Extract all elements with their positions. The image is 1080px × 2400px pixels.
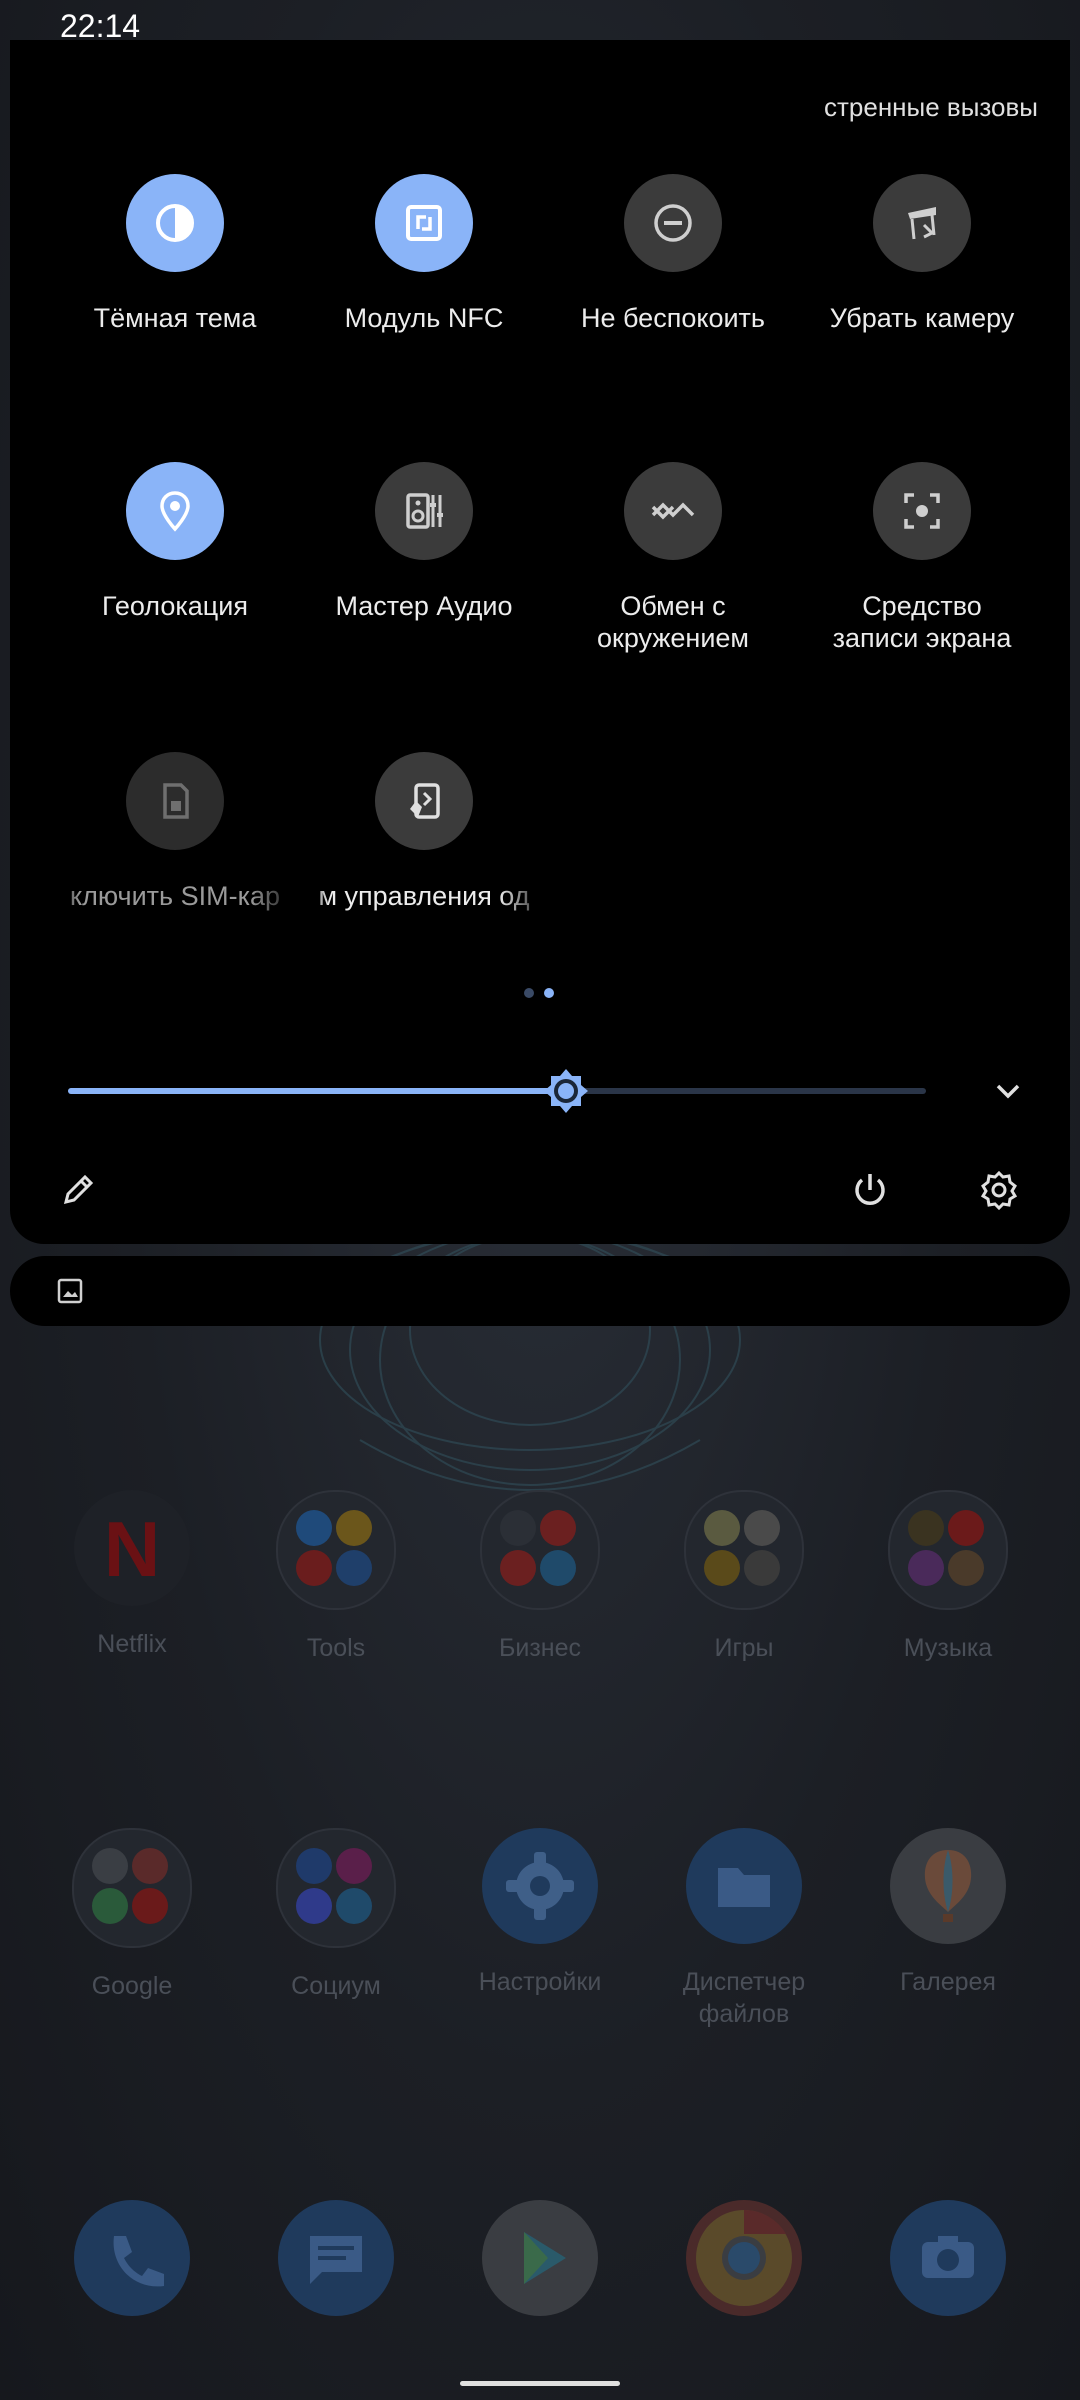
folder-google[interactable]: Google (30, 1828, 234, 2002)
folder-app-icon (686, 1828, 802, 1944)
page-indicator-dot-1 (524, 988, 534, 998)
page-indicator-dot-2 (544, 988, 554, 998)
app-settings[interactable]: Настройки (438, 1828, 642, 1998)
nfc-icon (375, 174, 473, 272)
tile-label: Обмен с окружением (548, 590, 798, 654)
svg-text:N: N (104, 1505, 160, 1593)
phone-icon[interactable] (74, 2200, 190, 2316)
tile-sim-card[interactable]: ключить SIM-кар (50, 752, 300, 912)
folder-icon (684, 1490, 804, 1610)
folder-tools[interactable]: Tools (234, 1490, 438, 1664)
tile-label: Модуль NFC (344, 303, 504, 333)
sim-card-icon (126, 752, 224, 850)
power-icon[interactable] (842, 1162, 898, 1218)
app-netflix[interactable]: N Netflix (30, 1490, 234, 1660)
tile-label-line1: Средство (862, 591, 982, 621)
one-hand-mode-icon (375, 752, 473, 850)
tile-label: Тёмная тема (93, 303, 257, 333)
folder-icon (72, 1828, 192, 1948)
app-label: Социум (291, 1972, 381, 2000)
tile-label: Мастер Аудио (335, 591, 513, 621)
app-label: Игры (714, 1634, 774, 1662)
folder-icon (888, 1490, 1008, 1610)
tile-label: Не беспокоить (581, 303, 765, 333)
folder-icon (276, 1828, 396, 1948)
tile-dark-theme[interactable]: Тёмная тема (50, 174, 300, 334)
tile-retract-camera[interactable]: Убрать камеру (797, 174, 1047, 334)
tile-label: Средство записи экрана (797, 590, 1047, 654)
nearby-share-icon (624, 462, 722, 560)
app-label: Google (91, 1972, 173, 2000)
tile-label: м управления од (318, 881, 530, 911)
screen-record-icon (873, 462, 971, 560)
do-not-disturb-icon (624, 174, 722, 272)
brightness-slider[interactable] (68, 1069, 926, 1113)
image-icon (42, 1263, 98, 1319)
app-label: Tools (306, 1634, 366, 1662)
tile-label: ключить SIM-кар (69, 881, 281, 911)
app-label: Бизнес (498, 1634, 582, 1662)
audio-wizard-icon (375, 462, 473, 560)
app-file-manager[interactable]: Диспетчер файлов (642, 1828, 846, 2030)
quick-settings-panel: стренные вызовы Тёмная тема Модуль NFC Н… (10, 40, 1070, 1244)
tile-label-line2: окружением (597, 623, 749, 653)
expand-chevron-down-icon[interactable] (980, 1063, 1036, 1119)
tile-audio-wizard[interactable]: Мастер Аудио (299, 462, 549, 622)
app-label-line1: Диспетчер (682, 1968, 806, 1996)
settings-app-icon (482, 1828, 598, 1944)
folder-icon (276, 1490, 396, 1610)
camera-icon[interactable] (890, 2200, 1006, 2316)
tile-one-hand-mode[interactable]: м управления од (299, 752, 549, 912)
folder-social[interactable]: Социум (234, 1828, 438, 2002)
folder-music[interactable]: Музыка (846, 1490, 1050, 1664)
messages-icon[interactable] (278, 2200, 394, 2316)
emergency-calls-text: стренные вызовы (823, 92, 1038, 122)
folder-business[interactable]: Бизнес (438, 1490, 642, 1664)
folder-icon (480, 1490, 600, 1610)
brightness-icon[interactable] (541, 1066, 591, 1116)
settings-gear-icon[interactable] (971, 1162, 1027, 1218)
app-label: Netflix (97, 1630, 167, 1658)
app-gallery[interactable]: Галерея (846, 1828, 1050, 1998)
gallery-balloon-icon (890, 1828, 1006, 1944)
app-label-line2: файлов (698, 2000, 790, 2028)
app-label: Настройки (478, 1968, 602, 1996)
brightness-slider-fill (68, 1088, 566, 1094)
tile-label-line2: записи экрана (832, 623, 1012, 653)
tile-location[interactable]: Геолокация (50, 462, 300, 622)
app-label: Галерея (900, 1968, 996, 1996)
tile-label: Геолокация (102, 591, 248, 621)
location-icon (126, 462, 224, 560)
tile-label-line1: Обмен с (620, 591, 726, 621)
app-label: Музыка (903, 1634, 993, 1662)
tile-label: Убрать камеру (829, 303, 1015, 333)
gesture-navigation-bar[interactable] (460, 2381, 620, 2386)
chrome-icon[interactable] (686, 2200, 802, 2316)
edit-pencil-icon[interactable] (50, 1162, 106, 1218)
folder-games[interactable]: Игры (642, 1490, 846, 1664)
notification-bar[interactable] (10, 1256, 1070, 1326)
play-store-icon[interactable] (482, 2200, 598, 2316)
netflix-icon: N (74, 1490, 190, 1606)
tile-nearby-share[interactable]: Обмен с окружением (548, 462, 798, 654)
tile-screen-record[interactable]: Средство записи экрана (797, 462, 1047, 654)
retract-camera-icon (873, 174, 971, 272)
tile-nfc[interactable]: Модуль NFC (299, 174, 549, 334)
tile-do-not-disturb[interactable]: Не беспокоить (548, 174, 798, 334)
app-label: Диспетчер файлов (642, 1966, 846, 2030)
dark-theme-icon (126, 174, 224, 272)
